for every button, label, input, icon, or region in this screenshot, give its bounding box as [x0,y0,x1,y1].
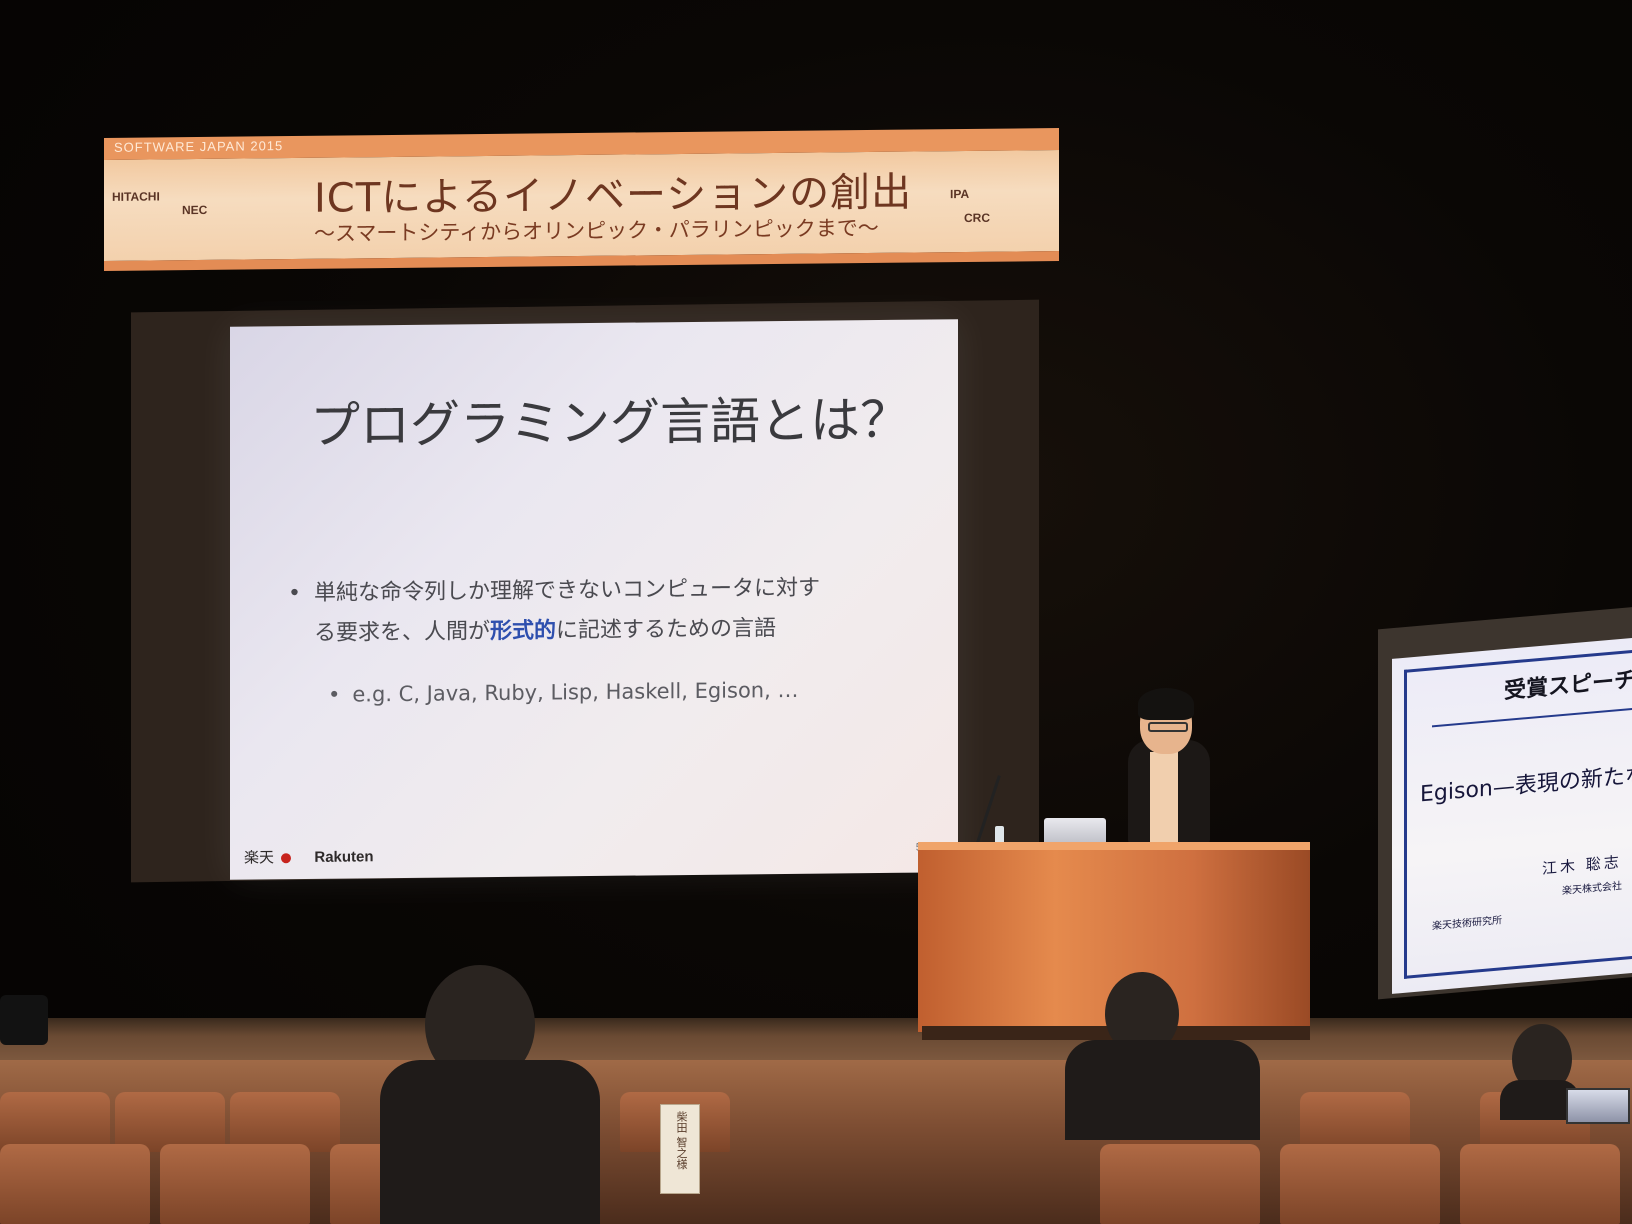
bullet-dot-icon: • [288,581,301,607]
event-banner: SOFTWARE JAPAN 2015 HITACHI NEC ICTによるイノ… [104,127,1059,272]
seat-row-2 [0,1134,1632,1224]
nameplate: 柴田 智之様 [660,1104,700,1194]
sub-bullet-dot-icon: • [328,682,341,707]
sponsor-hitachi: HITACHI [112,189,160,204]
rakuten-logo: 楽天 Rakuten [244,845,374,867]
side-slide: 受賞スピーチ( Egison—表現の新たな 江木 聡志 楽天株式会社 楽天技術研… [1392,637,1632,994]
speaker-glasses [1148,722,1188,732]
logo-jp: 楽天 [244,849,275,867]
seat [1460,1144,1620,1224]
seat [160,1144,310,1224]
audience-laptop [1566,1088,1630,1124]
slide-bullet: • 単純な命令列しか理解できないコンピュータに対す る要求を、人間が形式的に記述… [288,568,898,654]
bullet-line-2-end: に記述するための言語 [556,616,777,644]
sponsor-nec: NEC [182,202,208,218]
laptop [1044,818,1106,844]
camera-icon [0,995,48,1045]
sub-bullet-text: e.g. C, Java, Ruby, Lisp, Haskell, Egiso… [352,677,799,707]
speaker-shirt [1150,752,1178,844]
bullet-line-1: 単純な命令列しか理解できないコンピュータに対す [314,575,821,606]
banner-subtitle: 〜スマートシティからオリンピック・パラリンピックまで〜 [314,215,879,246]
sponsor-ipa: IPA [950,186,970,202]
banner-top-text: SOFTWARE JAPAN 2015 [114,138,284,155]
slide-sub-bullet: • e.g. C, Java, Ruby, Lisp, Haskell, Egis… [328,678,798,707]
audience-member [380,1060,600,1224]
seat [0,1144,150,1224]
bullet-line-2-start: る要求を、人間が [314,619,491,646]
seat [1100,1144,1260,1224]
bullet-line-2: る要求を、人間が形式的に記述するための言語 [298,608,898,654]
logo-en: Rakuten [314,848,374,866]
sponsor-crc: CRC [964,210,990,225]
seat [1280,1144,1440,1224]
bullet-highlight: 形式的 [490,618,557,645]
speaker-hair [1138,688,1194,720]
presentation-slide: プログラミング言語とは？ • 単純な命令列しか理解できないコンピュータに対す る… [230,319,958,880]
rakuten-mark-icon [281,853,292,864]
slide-title: プログラミング言語とは？ [310,390,910,455]
audience-member [1065,1040,1260,1140]
auditorium-scene: SOFTWARE JAPAN 2015 HITACHI NEC ICTによるイノ… [0,0,1632,1224]
